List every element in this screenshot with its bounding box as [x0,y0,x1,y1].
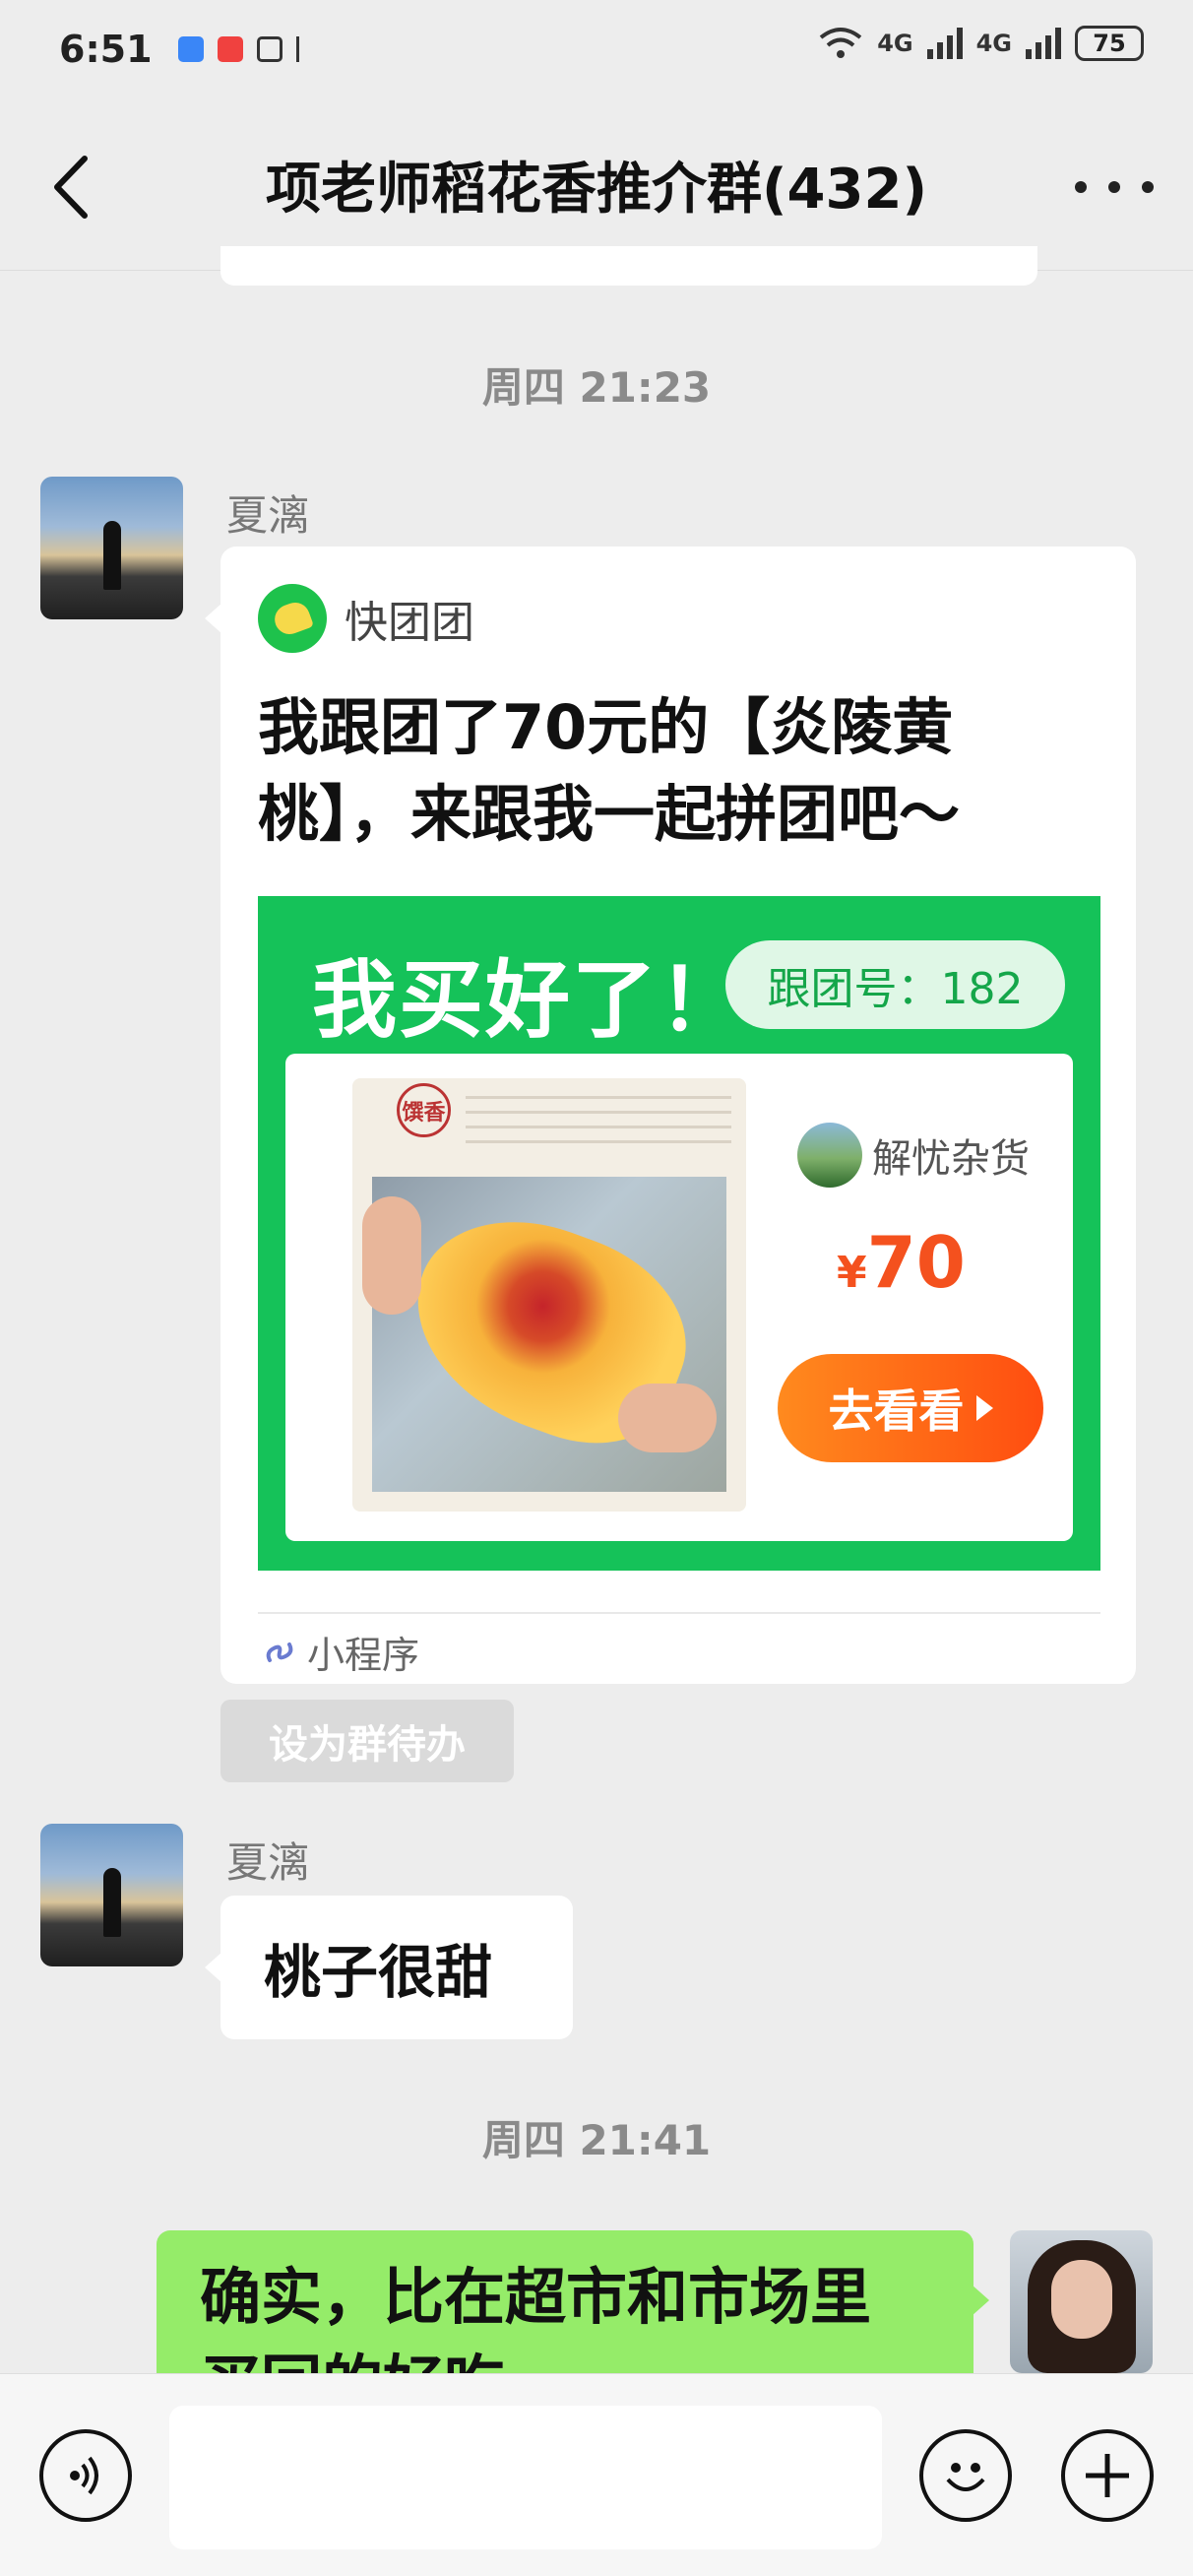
avatar[interactable] [40,1824,183,1966]
shopping-app-icon [217,36,243,62]
wifi-icon [819,28,862,58]
shop-name: 解忧杂货 [872,1136,1030,1182]
go-see-button[interactable]: 去看看 [778,1354,1043,1462]
emoji-button[interactable] [919,2429,1012,2522]
promo-product-panel: 馔香 解忧杂货 ¥70 去看看 [285,1054,1073,1541]
timestamp: 周四 21:41 [481,2116,712,2164]
shop-avatar [797,1123,862,1188]
product-note-text [466,1096,731,1155]
text-message-bubble[interactable]: 桃子很甜 [220,1896,573,2039]
emoji-icon [946,2463,985,2491]
status-time: 6:51 [59,28,153,71]
price-symbol: ¥ [837,1248,867,1298]
previous-message-bubble[interactable] [220,246,1037,286]
play-arrow-icon [975,1395,993,1421]
sender-name: 夏漓 [226,1838,310,1887]
card-app-row: 快团团 [258,584,474,653]
message-input[interactable] [169,2406,882,2549]
nfc-icon [256,36,283,62]
status-system-icons: 4G 4G 75 [818,26,1144,61]
message-text: 桃子很甜 [264,1939,493,2006]
finger [362,1196,421,1315]
card-app-name: 快团团 [345,598,474,648]
signal-2-icon [1026,28,1061,59]
product-stamp: 馔香 [397,1083,451,1137]
chat-header: 项老师稻花香推介群(432) [0,98,1193,271]
product-image: 馔香 [352,1078,746,1512]
set-group-todo-button[interactable]: 设为群待办 [220,1700,514,1782]
calendar-icon [177,36,204,62]
price-value: 70 [866,1221,966,1304]
promo-title: 我买好了！ [312,951,745,1050]
network-2-label: 4G [975,30,1012,57]
more-dot-icon [1142,181,1154,193]
mini-program-card[interactable]: 快团团 我跟团了70元的【炎陵黄桃】，来跟我一起拼团吧～ 我买好了！ 跟团号：1… [220,547,1136,1684]
voice-icon [70,2456,98,2495]
network-1-label: 4G [877,30,913,57]
battery-indicator: 75 [1075,26,1144,61]
timestamp: 周四 21:23 [481,363,712,412]
avatar[interactable] [40,477,183,619]
back-button[interactable] [47,153,96,222]
shop-row: 解忧杂货 [797,1123,1030,1188]
card-text: 我跟团了70元的【炎陵黄桃】，来跟我一起拼团吧～ [258,691,961,850]
more-dot-icon [1108,181,1120,193]
status-bar: 6:51 4G 4G 75 [0,0,1193,98]
my-avatar[interactable] [1010,2230,1153,2373]
sender-name: 夏漓 [226,491,310,540]
go-see-label: 去看看 [828,1385,965,1438]
mini-program-icon [266,1642,293,1662]
add-more-button[interactable] [1061,2429,1154,2522]
price: ¥70 [837,1221,966,1304]
bluetooth-icon [295,36,314,62]
more-dot-icon [1075,181,1087,193]
kuaituantuan-logo-icon [258,584,327,653]
mini-program-footer: 小程序 [262,1625,419,1679]
group-number-badge: 跟团号：182 [725,940,1065,1029]
peach-photo [362,1177,726,1492]
more-options-button[interactable] [1075,167,1154,207]
avatar-silhouette [103,521,121,590]
avatar-face [1051,2260,1112,2339]
promo-banner: 我买好了！ 跟团号：182 馔香 解忧杂货 ¥70 去看看 [258,896,1100,1571]
chat-title: 项老师稻花香推介群(432) [265,157,928,222]
avatar-silhouette [103,1868,121,1937]
status-notification-icons [177,36,314,62]
input-bar [0,2373,1193,2576]
voice-input-button[interactable] [39,2429,132,2522]
finger [618,1384,717,1452]
signal-1-icon [926,28,963,59]
card-divider [258,1612,1100,1614]
plus-icon [1086,2454,1129,2497]
bubble-tail [972,2285,989,2316]
mini-program-label: 小程序 [307,1634,420,1677]
